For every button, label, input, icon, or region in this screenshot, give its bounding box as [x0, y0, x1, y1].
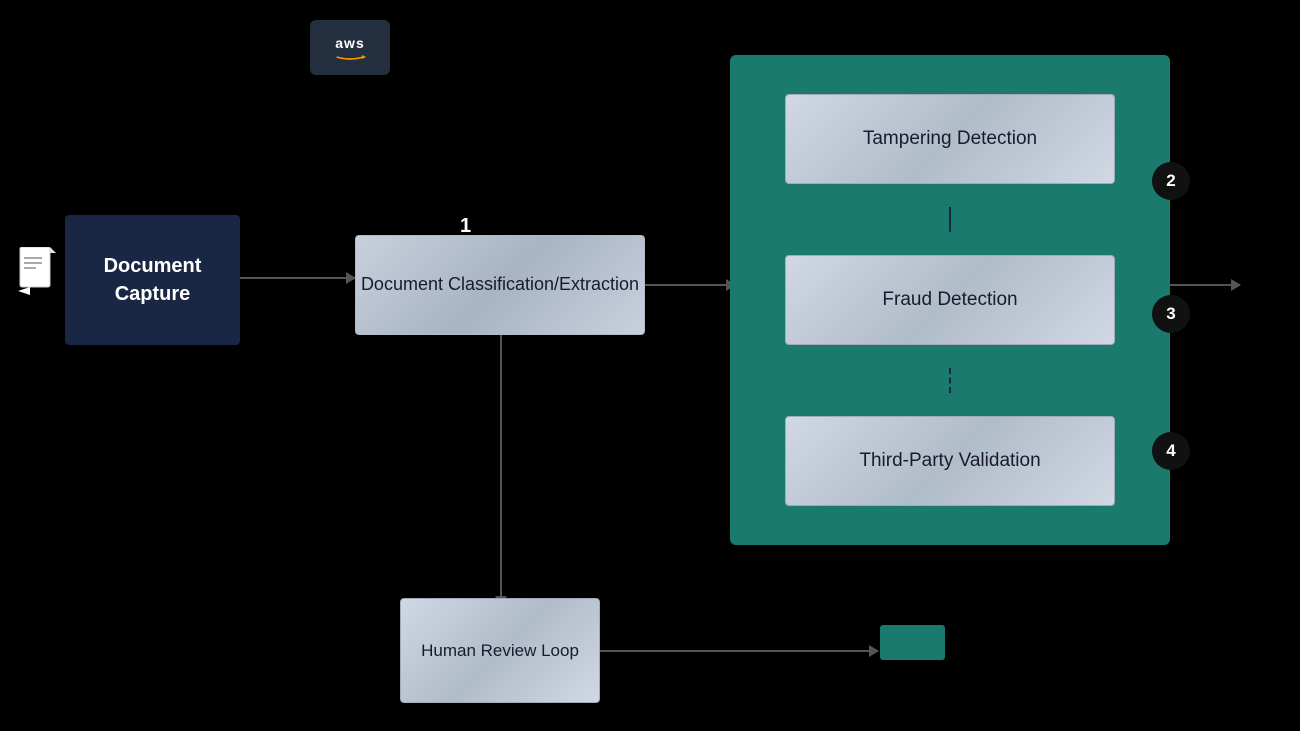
arrow-classification-to-teal — [645, 284, 735, 286]
connector-solid-1 — [949, 207, 951, 232]
teal-verification-panel: Tampering Detection Fraud Detection Thir… — [730, 55, 1170, 545]
aws-swoosh-icon — [330, 53, 370, 61]
arrow-teal-exit-right — [1170, 284, 1240, 286]
step-4-badge: 4 — [1152, 432, 1190, 470]
document-classification-box: Document Classification/Extraction — [355, 235, 645, 335]
tampering-detection-label: Tampering Detection — [863, 128, 1037, 150]
aws-logo-text: aws — [335, 35, 364, 51]
teal-small-rectangle — [880, 625, 945, 660]
human-review-loop-box: Human Review Loop — [400, 598, 600, 703]
document-capture-label: Document Capture — [65, 252, 240, 308]
tampering-detection-box: Tampering Detection — [785, 94, 1115, 184]
third-party-validation-label: Third-Party Validation — [859, 450, 1040, 472]
fraud-detection-label: Fraud Detection — [882, 289, 1017, 311]
document-page-icon — [18, 247, 56, 297]
human-review-label: Human Review Loop — [421, 639, 579, 663]
arrow-capture-to-classification — [240, 277, 355, 279]
fraud-detection-box: Fraud Detection — [785, 255, 1115, 345]
arrow-down-to-human-review — [500, 335, 502, 605]
diagram-container: aws Document Capture 1 Document Classifi… — [0, 0, 1300, 731]
document-capture-box: Document Capture — [65, 215, 240, 345]
connector-dashed-1 — [949, 368, 951, 393]
step-2-badge: 2 — [1152, 162, 1190, 200]
third-party-validation-box: Third-Party Validation — [785, 416, 1115, 506]
step-3-badge: 3 — [1152, 295, 1190, 333]
aws-logo: aws — [310, 20, 390, 75]
document-classification-label: Document Classification/Extraction — [361, 272, 639, 297]
arrow-human-review-right — [600, 650, 878, 652]
